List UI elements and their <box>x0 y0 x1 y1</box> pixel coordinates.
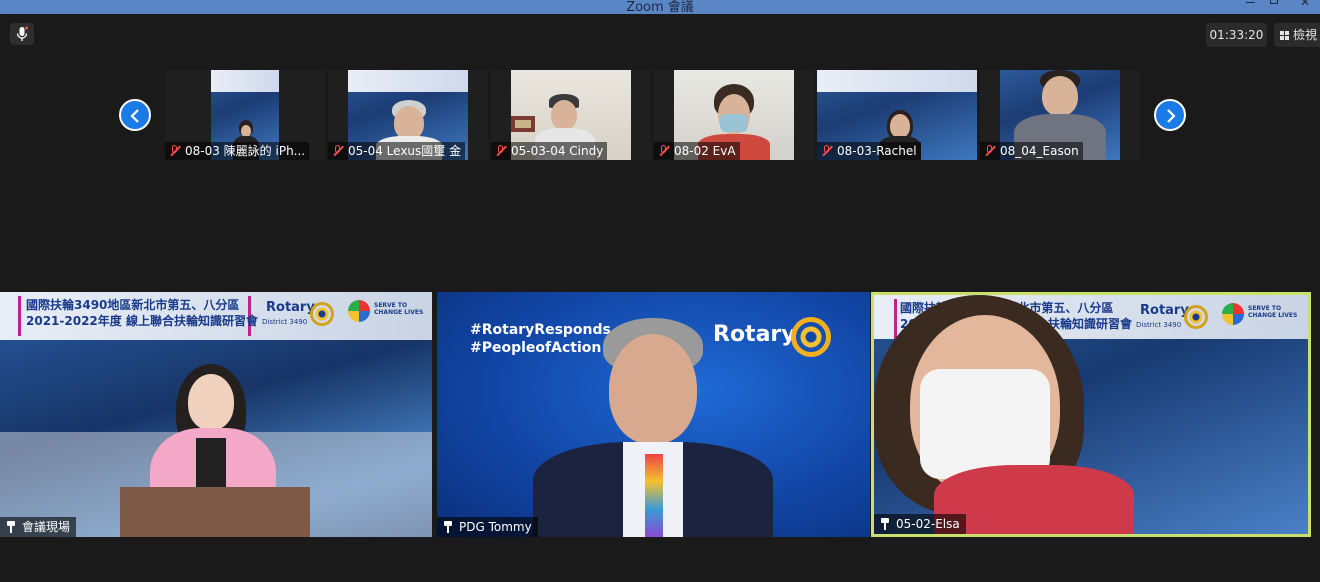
rotary-logo-text: Rotary <box>266 300 315 315</box>
mic-muted-icon <box>169 145 181 157</box>
rotary-wheel-icon <box>791 317 831 357</box>
event-title-line1: 國際扶輪3490地區新北市第五、八分區 <box>26 298 240 312</box>
title-bar: Zoom 會議 ✕ <box>0 0 1320 15</box>
hashtag-text: #RotaryResponds #PeopleofAction <box>470 322 611 356</box>
chevron-left-icon <box>130 109 139 123</box>
event-title-line2: 2021-2022年度 線上聯合扶輪知識研習會 <box>26 314 258 328</box>
participant-thumbnail[interactable]: 08-03 陳麗詠的 iPh... <box>165 70 325 160</box>
participant-name-label: 05-04 Lexus國璽 金 <box>328 142 466 160</box>
participant-name-label: 08-03 陳麗詠的 iPh... <box>165 142 310 160</box>
video-tile[interactable]: #RotaryResponds #PeopleofAction Rotary PD… <box>437 292 870 537</box>
participant-name-label: 05-02-Elsa <box>874 514 966 534</box>
pin-icon <box>880 518 890 530</box>
video-banner <box>817 70 977 92</box>
rotary-logo-text: Rotary <box>1140 303 1189 318</box>
filmstrip-next-button[interactable] <box>1154 99 1186 131</box>
zoom-meeting-window: Zoom 會議 ✕ 01:33:20 檢視 08-03 陳麗詠的 iPh... <box>0 0 1320 582</box>
chevron-right-icon <box>1167 109 1176 123</box>
serve-slogan: SERVE TO CHANGE LIVES <box>1248 305 1298 319</box>
pin-icon <box>443 521 453 533</box>
participant-name-label: 08_04_Eason <box>980 142 1083 160</box>
close-button[interactable]: ✕ <box>1290 0 1320 14</box>
mic-muted-icon <box>984 145 996 157</box>
participant-thumbnail[interactable]: 05-03-04 Cindy <box>491 70 651 160</box>
maximize-icon <box>1270 0 1278 4</box>
close-icon: ✕ <box>1300 0 1311 9</box>
minimize-button[interactable] <box>1238 0 1262 14</box>
mic-muted-icon <box>495 145 507 157</box>
pin-icon <box>6 521 16 533</box>
event-banner: 國際扶輪3490地區新北市第五、八分區 2021-2022年度 線上聯合扶輪知識… <box>0 292 432 340</box>
window-title: Zoom 會議 <box>626 0 694 15</box>
district-label: District 3490 <box>262 318 308 326</box>
microphone-icon <box>16 26 28 41</box>
view-button-label: 檢視 <box>1293 28 1318 42</box>
participant-thumbnail[interactable]: 08-02 EvA <box>654 70 814 160</box>
mic-muted-icon <box>332 145 344 157</box>
participant-thumbnail[interactable]: 08-03-Rachel <box>817 70 977 160</box>
serve-slogan: SERVE TO CHANGE LIVES <box>374 302 424 316</box>
video-tile[interactable]: 國際扶輪3490地區新北市第五、八分區 2021-2022年度 線上聯合扶輪知識… <box>0 292 432 537</box>
rotary-wheel-icon <box>310 302 334 326</box>
participant-name-label: 會議現場 <box>0 517 77 537</box>
video-banner <box>348 70 468 92</box>
view-button[interactable]: 檢視 <box>1274 23 1320 47</box>
serve-logo-icon <box>348 300 370 322</box>
rotary-logo-text: Rotary <box>713 322 796 347</box>
filmstrip-prev-button[interactable] <box>119 99 151 131</box>
mic-muted-icon <box>658 145 670 157</box>
participant-name-label: 08-03-Rachel <box>817 142 921 160</box>
maximize-button[interactable] <box>1262 0 1286 14</box>
participant-name-label: PDG Tommy <box>437 517 538 537</box>
mic-muted-icon <box>821 145 833 157</box>
gallery-grid-icon <box>1280 31 1289 40</box>
participant-thumbnail[interactable]: 05-04 Lexus國璽 金 <box>328 70 488 160</box>
serve-logo-icon <box>1222 303 1244 325</box>
participant-name-label: 08-02 EvA <box>654 142 740 160</box>
minimize-icon <box>1246 2 1255 3</box>
video-tile-active-speaker[interactable]: 國際扶輪3490地區新北市第五、八分區 2021-2022年度 線上聯合扶輪知識… <box>871 292 1311 537</box>
meeting-timer: 01:33:20 <box>1206 23 1267 47</box>
rotary-wheel-icon <box>1184 305 1208 329</box>
video-banner <box>211 70 279 92</box>
participant-name-label: 05-03-04 Cindy <box>491 142 608 160</box>
audio-status-button[interactable] <box>10 23 34 45</box>
district-label: District 3490 <box>1136 321 1182 329</box>
participant-thumbnail[interactable]: 08_04_Eason <box>980 70 1140 160</box>
